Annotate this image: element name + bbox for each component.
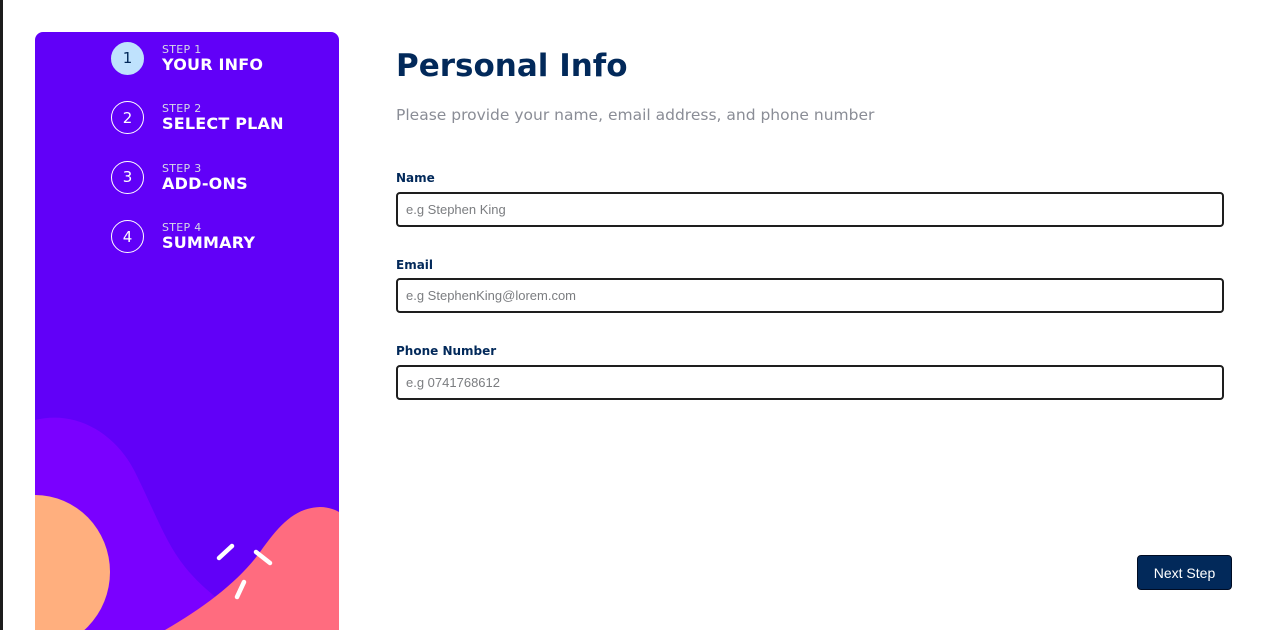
step-label: STEP 4 xyxy=(162,221,202,235)
name-input[interactable] xyxy=(396,192,1224,227)
step-label: STEP 2 xyxy=(162,102,202,116)
sidebar: 1 STEP 1 YOUR INFO 2 STEP 2 SELECT PLAN … xyxy=(35,32,339,630)
step-number-3: 3 xyxy=(111,160,144,194)
step-item-add-ons[interactable]: 3 STEP 3 ADD-ONS xyxy=(111,159,284,195)
steps-list: 1 STEP 1 YOUR INFO 2 STEP 2 SELECT PLAN … xyxy=(111,40,284,278)
email-input[interactable] xyxy=(396,278,1224,313)
step-name: YOUR INFO xyxy=(162,54,264,74)
page-title: Personal Info xyxy=(396,48,628,84)
phone-label: Phone Number xyxy=(396,344,497,358)
step-name: ADD-ONS xyxy=(162,173,248,193)
next-step-button[interactable]: Next Step xyxy=(1137,555,1232,590)
step-label: STEP 1 xyxy=(162,42,202,56)
phone-input[interactable] xyxy=(396,365,1224,400)
window-left-border xyxy=(0,0,3,630)
step-item-summary[interactable]: 4 STEP 4 SUMMARY xyxy=(111,219,284,255)
step-label: STEP 3 xyxy=(162,161,202,175)
email-label: Email xyxy=(396,258,434,272)
step-item-your-info[interactable]: 1 STEP 1 YOUR INFO xyxy=(111,40,284,76)
step-name: SUMMARY xyxy=(162,233,256,253)
page-subtitle: Please provide your name, email address,… xyxy=(396,106,875,124)
step-item-select-plan[interactable]: 2 STEP 2 SELECT PLAN xyxy=(111,100,284,136)
step-number-2: 2 xyxy=(111,101,144,135)
step-number-4: 4 xyxy=(111,220,144,254)
step-number-1: 1 xyxy=(111,41,144,75)
name-label: Name xyxy=(396,171,435,185)
step-name: SELECT PLAN xyxy=(162,114,284,134)
